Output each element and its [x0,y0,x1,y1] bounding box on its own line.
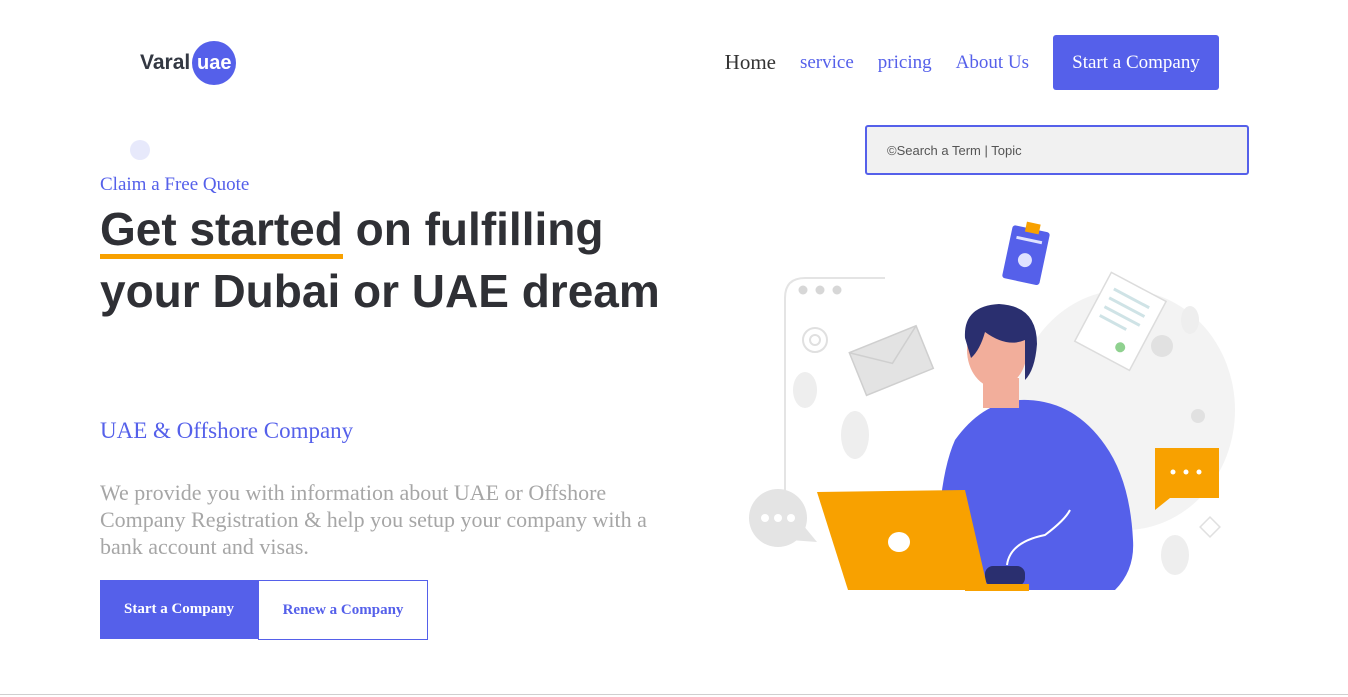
gray-chat-bubble-icon [749,489,817,547]
hero-illustration [749,221,1235,591]
nav-home[interactable]: Home [725,50,776,75]
at-icon-inner [809,334,821,346]
start-company-button[interactable]: Start a Company [100,580,258,639]
claim-quote-link[interactable]: Claim a Free Quote [100,174,249,196]
search-box [865,125,1249,175]
hero-subhead: UAE & Offshore Company [100,418,354,443]
main-nav: Home service pricing About Us Start a Co… [725,35,1219,90]
headline-highlight: Get started [100,198,343,260]
at-icon [802,327,828,353]
nav-service[interactable]: service [800,52,854,74]
bg-leaf-1 [793,372,817,408]
window-dot-3 [832,285,842,295]
gray-dot-1 [1151,335,1173,357]
window-dot-2 [815,285,825,295]
bg-leaf-2 [841,411,869,459]
search-input[interactable] [867,142,1247,158]
hero-headline: Get started on fulfilling your Dubai or … [100,198,700,322]
window-dot-1 [798,285,808,295]
gray-dot-2 [1191,409,1205,423]
nav-about-us[interactable]: About Us [956,52,1029,74]
hero-actions: Start a Company Renew a Company [100,580,428,640]
nav-pricing[interactable]: pricing [878,52,932,74]
bg-leaf-4 [1181,306,1199,334]
diamond-outline [1199,516,1221,538]
bg-leaf-3 [1161,535,1189,575]
bottom-divider [0,694,1348,695]
logo-wordmark: Varal [140,51,191,74]
brand-logo[interactable]: Varal uae [140,40,237,86]
renew-company-button[interactable]: Renew a Company [258,580,428,640]
envelope-icon [848,324,935,397]
logo-badge: uae [192,41,237,85]
passport-icon [1002,221,1050,286]
decorative-dot [130,140,150,160]
hero-description: We provide you with information about UA… [100,480,647,559]
nav-start-company-button[interactable]: Start a Company [1053,35,1219,90]
